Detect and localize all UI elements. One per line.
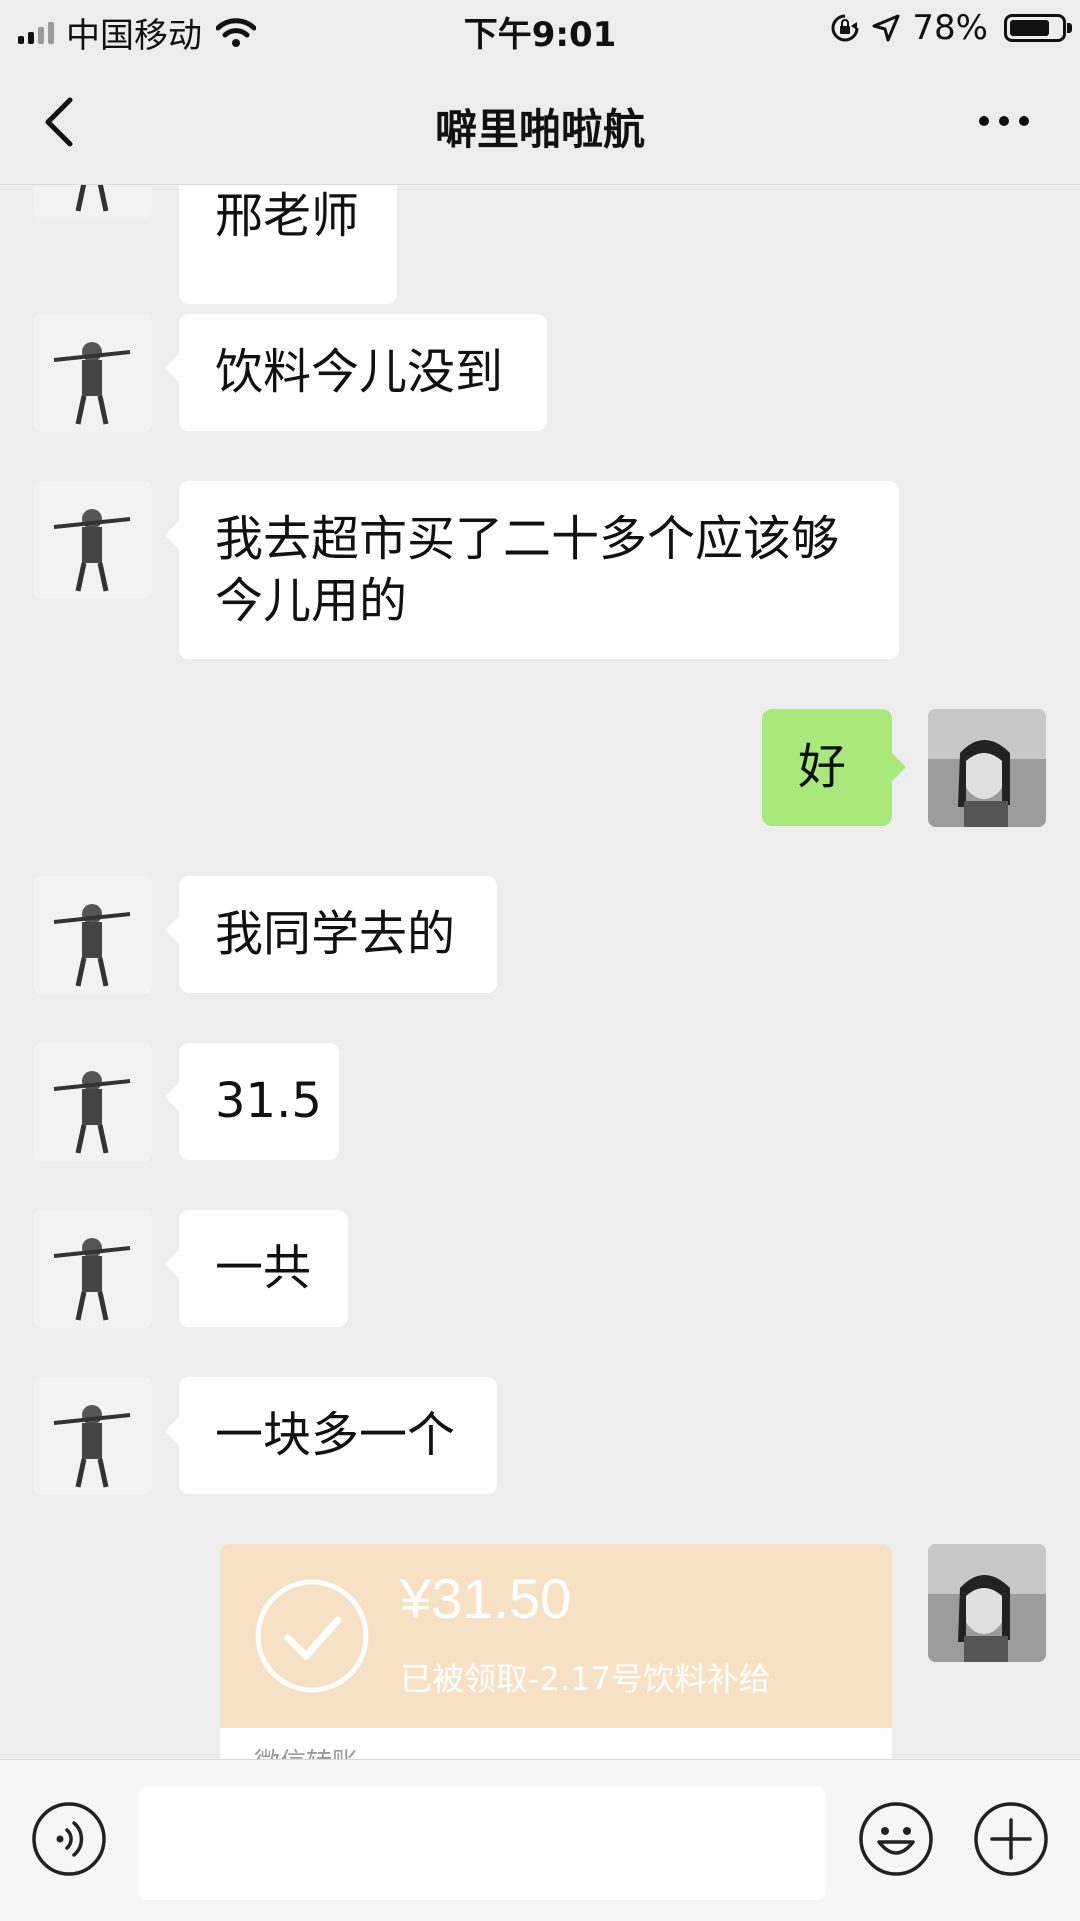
- received-message[interactable]: 一共: [165, 1210, 348, 1327]
- contact-avatar[interactable]: [34, 1043, 152, 1161]
- input-bar: [0, 1759, 1080, 1921]
- message-input[interactable]: [138, 1786, 826, 1900]
- message-row: 邢老师: [0, 185, 1080, 304]
- received-message[interactable]: 我去超市买了二十多个应该够今儿用的: [165, 481, 899, 659]
- contact-avatar[interactable]: [34, 876, 152, 994]
- my-avatar[interactable]: [928, 709, 1046, 827]
- message-list[interactable]: 邢老师 饮料今儿没到 我去超市买了二十多个应该够今儿用的 好 我同学去的 31.…: [0, 185, 1080, 1759]
- message-row: 31.5: [0, 1043, 1080, 1161]
- contact-avatar[interactable]: [34, 481, 152, 599]
- check-circle-icon: [255, 1579, 369, 1693]
- received-message[interactable]: 邢老师: [179, 185, 397, 304]
- transfer-card[interactable]: ¥31.50 已被领取-2.17号饮料补给 微信转账: [220, 1544, 892, 1759]
- message-row: 好: [0, 709, 1080, 827]
- contact-avatar[interactable]: [34, 185, 152, 219]
- received-message[interactable]: 饮料今儿没到: [165, 314, 547, 431]
- battery-icon: [1004, 14, 1072, 42]
- transfer-card-header: ¥31.50 已被领取-2.17号饮料补给: [220, 1544, 892, 1728]
- transfer-amount: ¥31.50: [400, 1567, 572, 1630]
- sent-message[interactable]: 好: [762, 709, 906, 826]
- transfer-card-footer: 微信转账: [220, 1728, 892, 1759]
- message-row: 我去超市买了二十多个应该够今儿用的: [0, 481, 1080, 661]
- battery-percent: 78%: [912, 8, 988, 48]
- transfer-note: 已被领取-2.17号饮料补给: [400, 1660, 771, 1698]
- message-row: ¥31.50 已被领取-2.17号饮料补给 微信转账: [0, 1544, 1080, 1759]
- received-message[interactable]: 31.5: [165, 1043, 339, 1160]
- status-bar: 中国移动 下午9:01 78%: [0, 0, 1080, 58]
- chat-screen: 中国移动 下午9:01 78% 噼里啪啦航 邢老师 饮料今儿没到 我去超市买了二…: [0, 0, 1080, 1921]
- contact-avatar[interactable]: [34, 1377, 152, 1495]
- my-avatar[interactable]: [928, 1544, 1046, 1662]
- message-row: 我同学去的: [0, 876, 1080, 994]
- emoji-icon[interactable]: [857, 1800, 935, 1878]
- received-message[interactable]: 一块多一个: [165, 1377, 497, 1494]
- transfer-footer-label: 微信转账: [254, 1742, 358, 1759]
- status-right: 78%: [830, 8, 1072, 48]
- message-row: 饮料今儿没到: [0, 314, 1080, 432]
- location-icon: [872, 14, 900, 42]
- voice-icon[interactable]: [30, 1800, 108, 1878]
- orientation-lock-icon: [831, 14, 859, 42]
- nav-bar: 噼里啪啦航: [0, 58, 1080, 185]
- received-message[interactable]: 我同学去的: [165, 876, 497, 993]
- plus-icon[interactable]: [972, 1800, 1050, 1878]
- chat-title: 噼里啪啦航: [434, 105, 645, 154]
- contact-avatar[interactable]: [34, 314, 152, 432]
- message-row: 一共: [0, 1210, 1080, 1328]
- contact-avatar[interactable]: [34, 1210, 152, 1328]
- more-dots-icon[interactable]: [976, 106, 1032, 136]
- message-row: 一块多一个: [0, 1377, 1080, 1495]
